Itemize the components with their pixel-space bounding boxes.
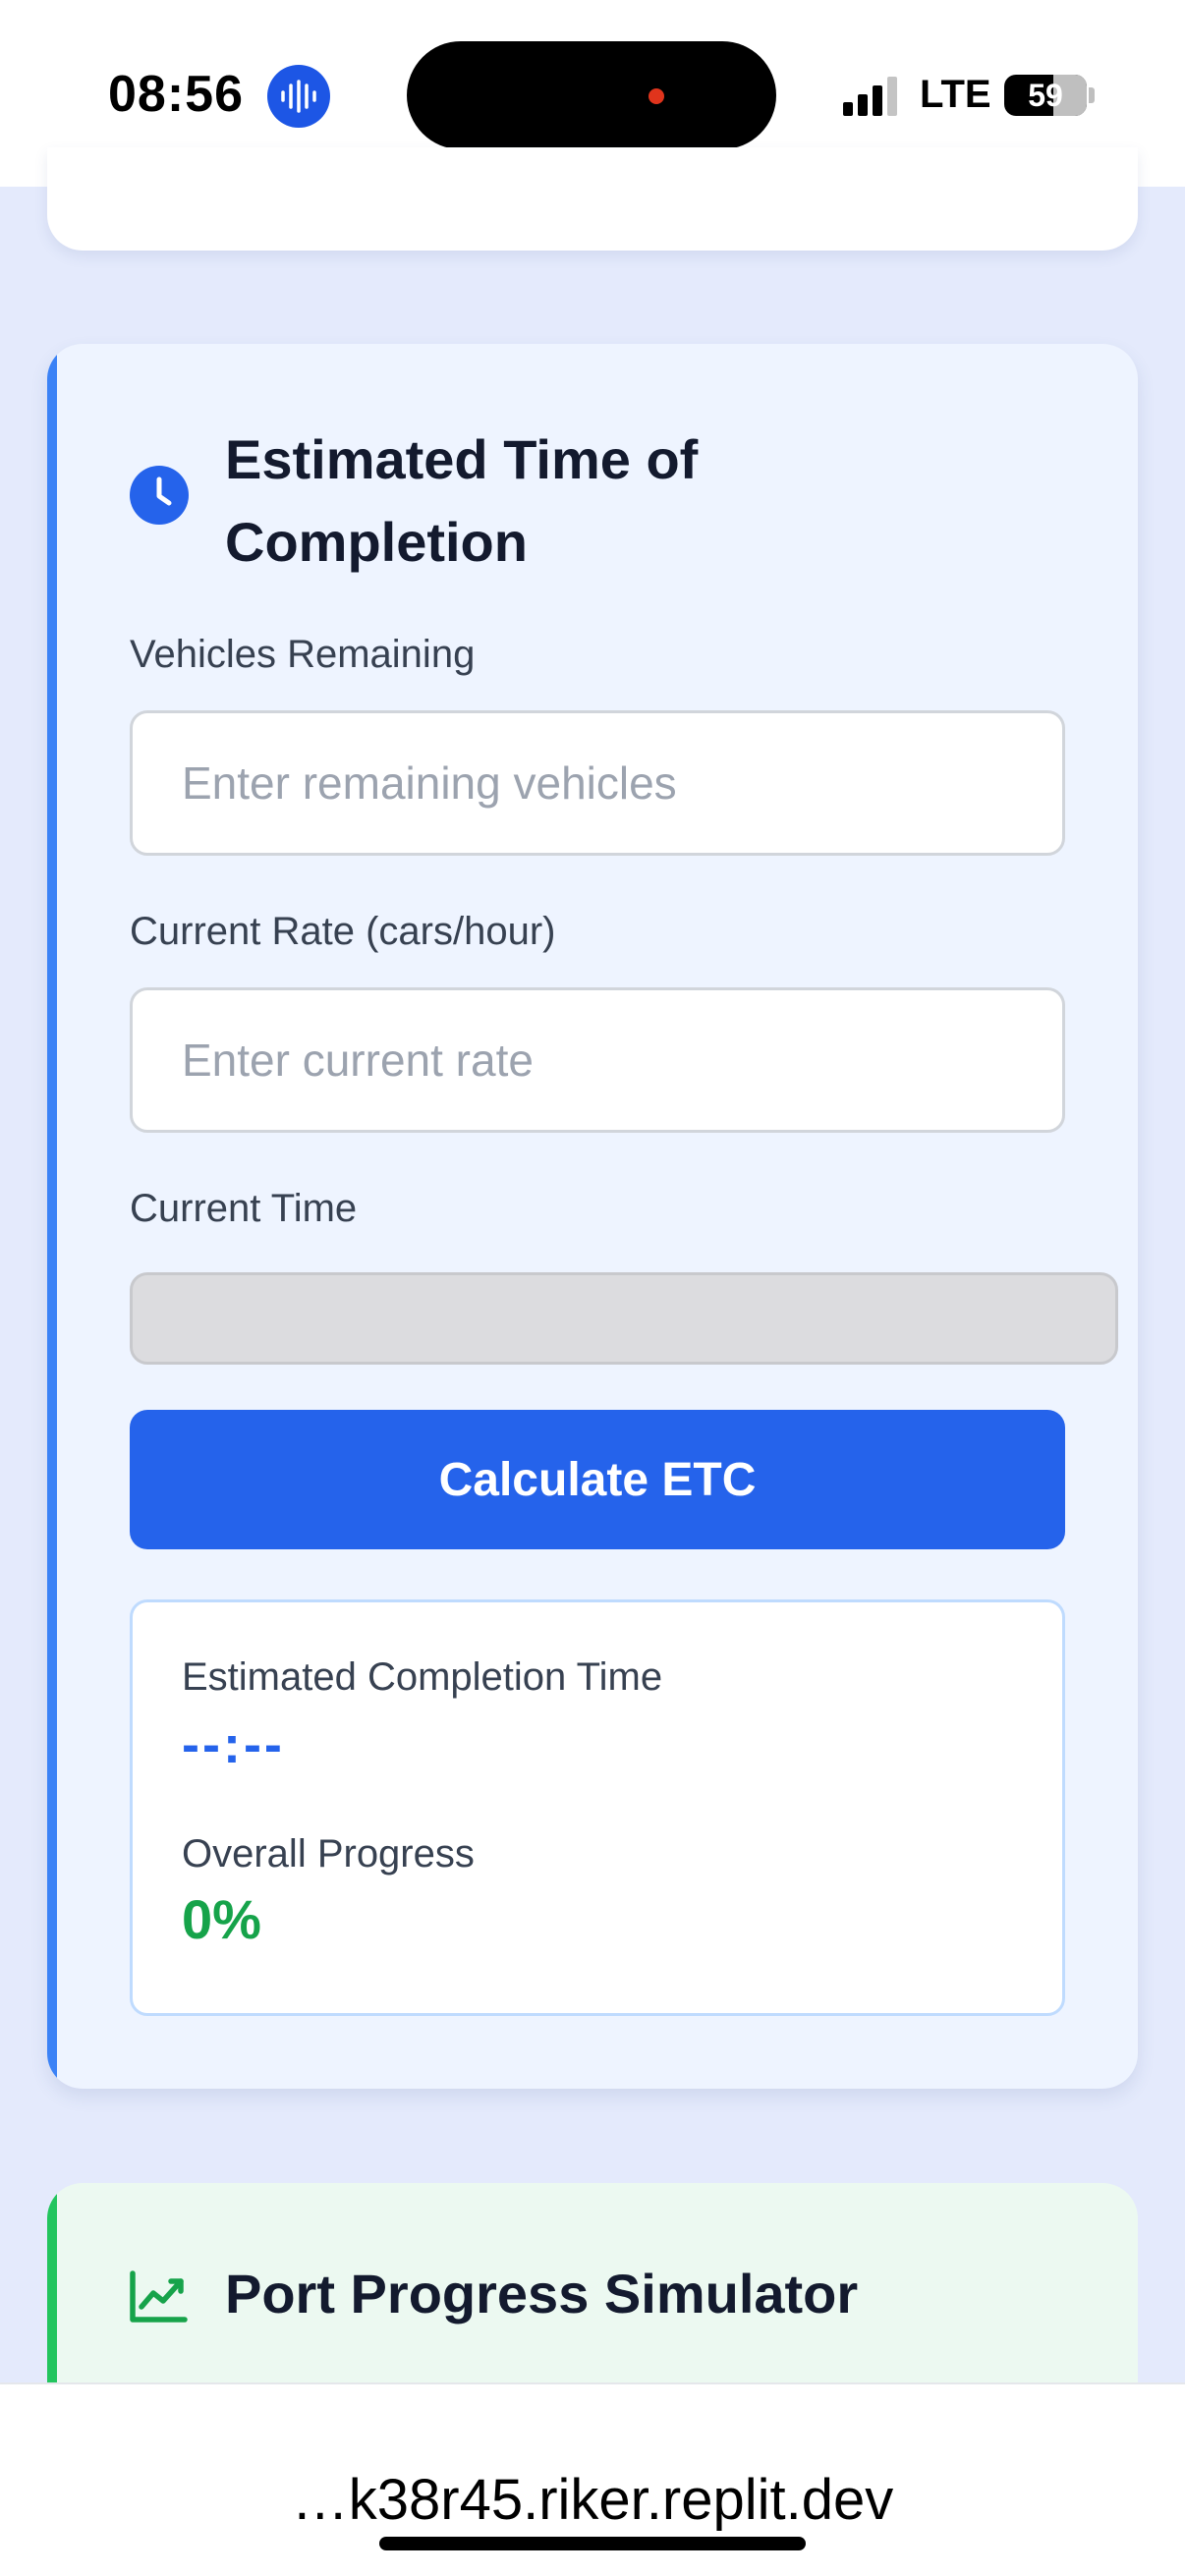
chart-line-icon	[130, 2270, 188, 2323]
overall-progress-label: Overall Progress	[182, 1832, 475, 1876]
calculate-etc-button[interactable]: Calculate ETC	[130, 1410, 1065, 1549]
battery-nub	[1089, 87, 1095, 103]
simulator-title: Port Progress Simulator	[225, 2263, 859, 2324]
etc-result-box: Estimated Completion Time --:-- Overall …	[130, 1599, 1065, 2016]
vehicles-remaining-label: Vehicles Remaining	[130, 633, 476, 676]
vehicles-remaining-input[interactable]	[130, 710, 1065, 856]
estimated-completion-value: --:--	[182, 1715, 285, 1774]
battery-level: 59	[1028, 78, 1063, 113]
url-text[interactable]: …k38r45.riker.replit.dev	[0, 2467, 1185, 2533]
signal-icon	[843, 77, 897, 116]
etc-title: Estimated Time of Completion	[225, 428, 699, 573]
current-rate-label: Current Rate (cars/hour)	[130, 910, 556, 953]
previous-card	[47, 147, 1138, 251]
status-time: 08:56	[108, 66, 244, 123]
current-time-label: Current Time	[130, 1187, 358, 1230]
estimated-completion-label: Estimated Completion Time	[182, 1655, 663, 1699]
voice-recording-icon[interactable]	[267, 65, 330, 128]
overall-progress-value: 0%	[182, 1888, 261, 1950]
network-type: LTE	[920, 73, 991, 116]
clock-icon	[130, 466, 189, 525]
etc-card: Estimated Time of Completion Vehicles Re…	[47, 344, 1138, 2089]
current-time-input[interactable]	[130, 1272, 1118, 1365]
dynamic-island	[407, 41, 776, 149]
current-rate-input[interactable]	[130, 987, 1065, 1133]
battery-icon: 59	[1004, 75, 1087, 116]
recording-dot-icon	[649, 88, 664, 104]
home-indicator[interactable]	[379, 2537, 806, 2550]
